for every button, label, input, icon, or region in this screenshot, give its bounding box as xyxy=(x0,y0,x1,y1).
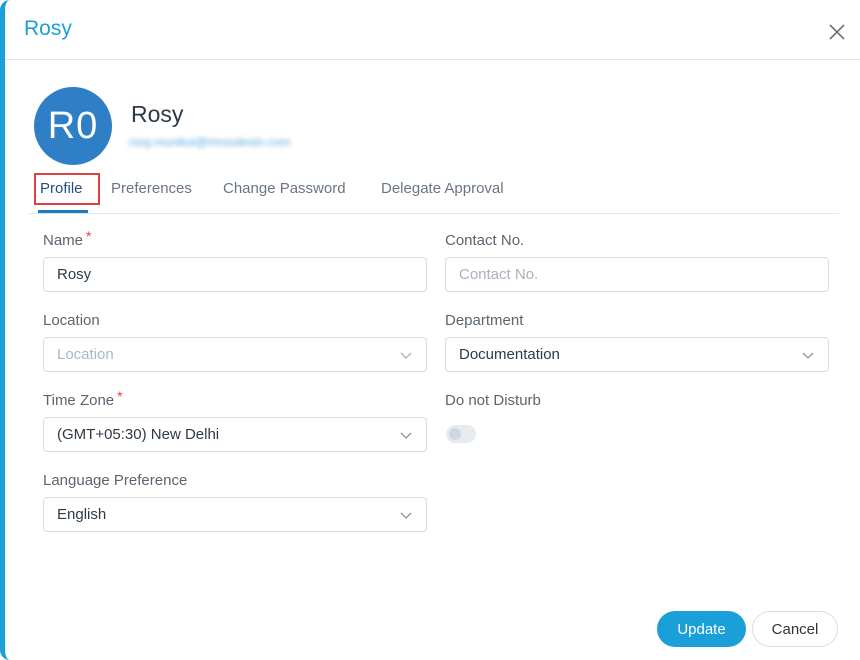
department-select-value: Documentation xyxy=(459,346,560,363)
name-input-value: Rosy xyxy=(57,266,92,283)
timezone-label-text: Time Zone xyxy=(43,392,115,409)
chevron-down-icon xyxy=(400,432,412,439)
department-label: Department xyxy=(445,312,524,329)
user-email: rosy.munikoi@mroudesto.com xyxy=(129,135,291,149)
timezone-label: Time Zone * xyxy=(43,388,123,409)
timezone-select[interactable]: (GMT+05:30) New Delhi xyxy=(43,417,427,452)
contact-input-placeholder: Contact No. xyxy=(459,266,539,283)
active-tab-underline xyxy=(38,210,88,213)
language-label: Language Preference xyxy=(43,472,188,489)
avatar-initials: R0 xyxy=(47,104,99,147)
close-icon xyxy=(829,24,845,40)
tab-bar: Profile Preferences Change Password Dele… xyxy=(29,172,839,214)
contact-label: Contact No. xyxy=(445,232,525,249)
name-label-text: Name xyxy=(43,232,84,249)
location-select-placeholder: Location xyxy=(57,346,114,363)
user-name: Rosy xyxy=(131,101,184,127)
chevron-down-icon xyxy=(802,352,814,359)
location-label: Location xyxy=(43,312,100,329)
timezone-required-marker: * xyxy=(117,388,123,404)
name-required-marker: * xyxy=(86,228,92,244)
name-label: Name * xyxy=(43,228,91,249)
tab-change-password[interactable]: Change Password xyxy=(223,180,346,197)
department-select[interactable]: Documentation xyxy=(445,337,829,372)
cancel-button[interactable]: Cancel xyxy=(752,611,838,647)
close-button[interactable] xyxy=(823,18,851,46)
timezone-select-value: (GMT+05:30) New Delhi xyxy=(57,426,220,443)
avatar: R0 xyxy=(34,87,112,165)
location-select[interactable]: Location xyxy=(43,337,427,372)
chevron-down-icon xyxy=(400,352,412,359)
contact-input[interactable]: Contact No. xyxy=(445,257,829,292)
tab-preferences[interactable]: Preferences xyxy=(111,180,192,197)
tab-delegate-approval[interactable]: Delegate Approval xyxy=(381,180,504,197)
chevron-down-icon xyxy=(400,512,412,519)
tab-profile[interactable]: Profile xyxy=(40,180,83,197)
user-profile-modal: Rosy R0 Rosy rosy.munikoi@mroudesto.com … xyxy=(0,0,860,660)
modal-header: Rosy xyxy=(5,0,860,60)
dnd-toggle-knob xyxy=(449,428,461,440)
update-button[interactable]: Update xyxy=(657,611,746,647)
language-select[interactable]: English xyxy=(43,497,427,532)
dnd-toggle[interactable] xyxy=(446,425,476,443)
name-input[interactable]: Rosy xyxy=(43,257,427,292)
language-select-value: English xyxy=(57,506,107,523)
dnd-label: Do not Disturb xyxy=(445,392,541,409)
modal-title: Rosy xyxy=(24,17,72,40)
